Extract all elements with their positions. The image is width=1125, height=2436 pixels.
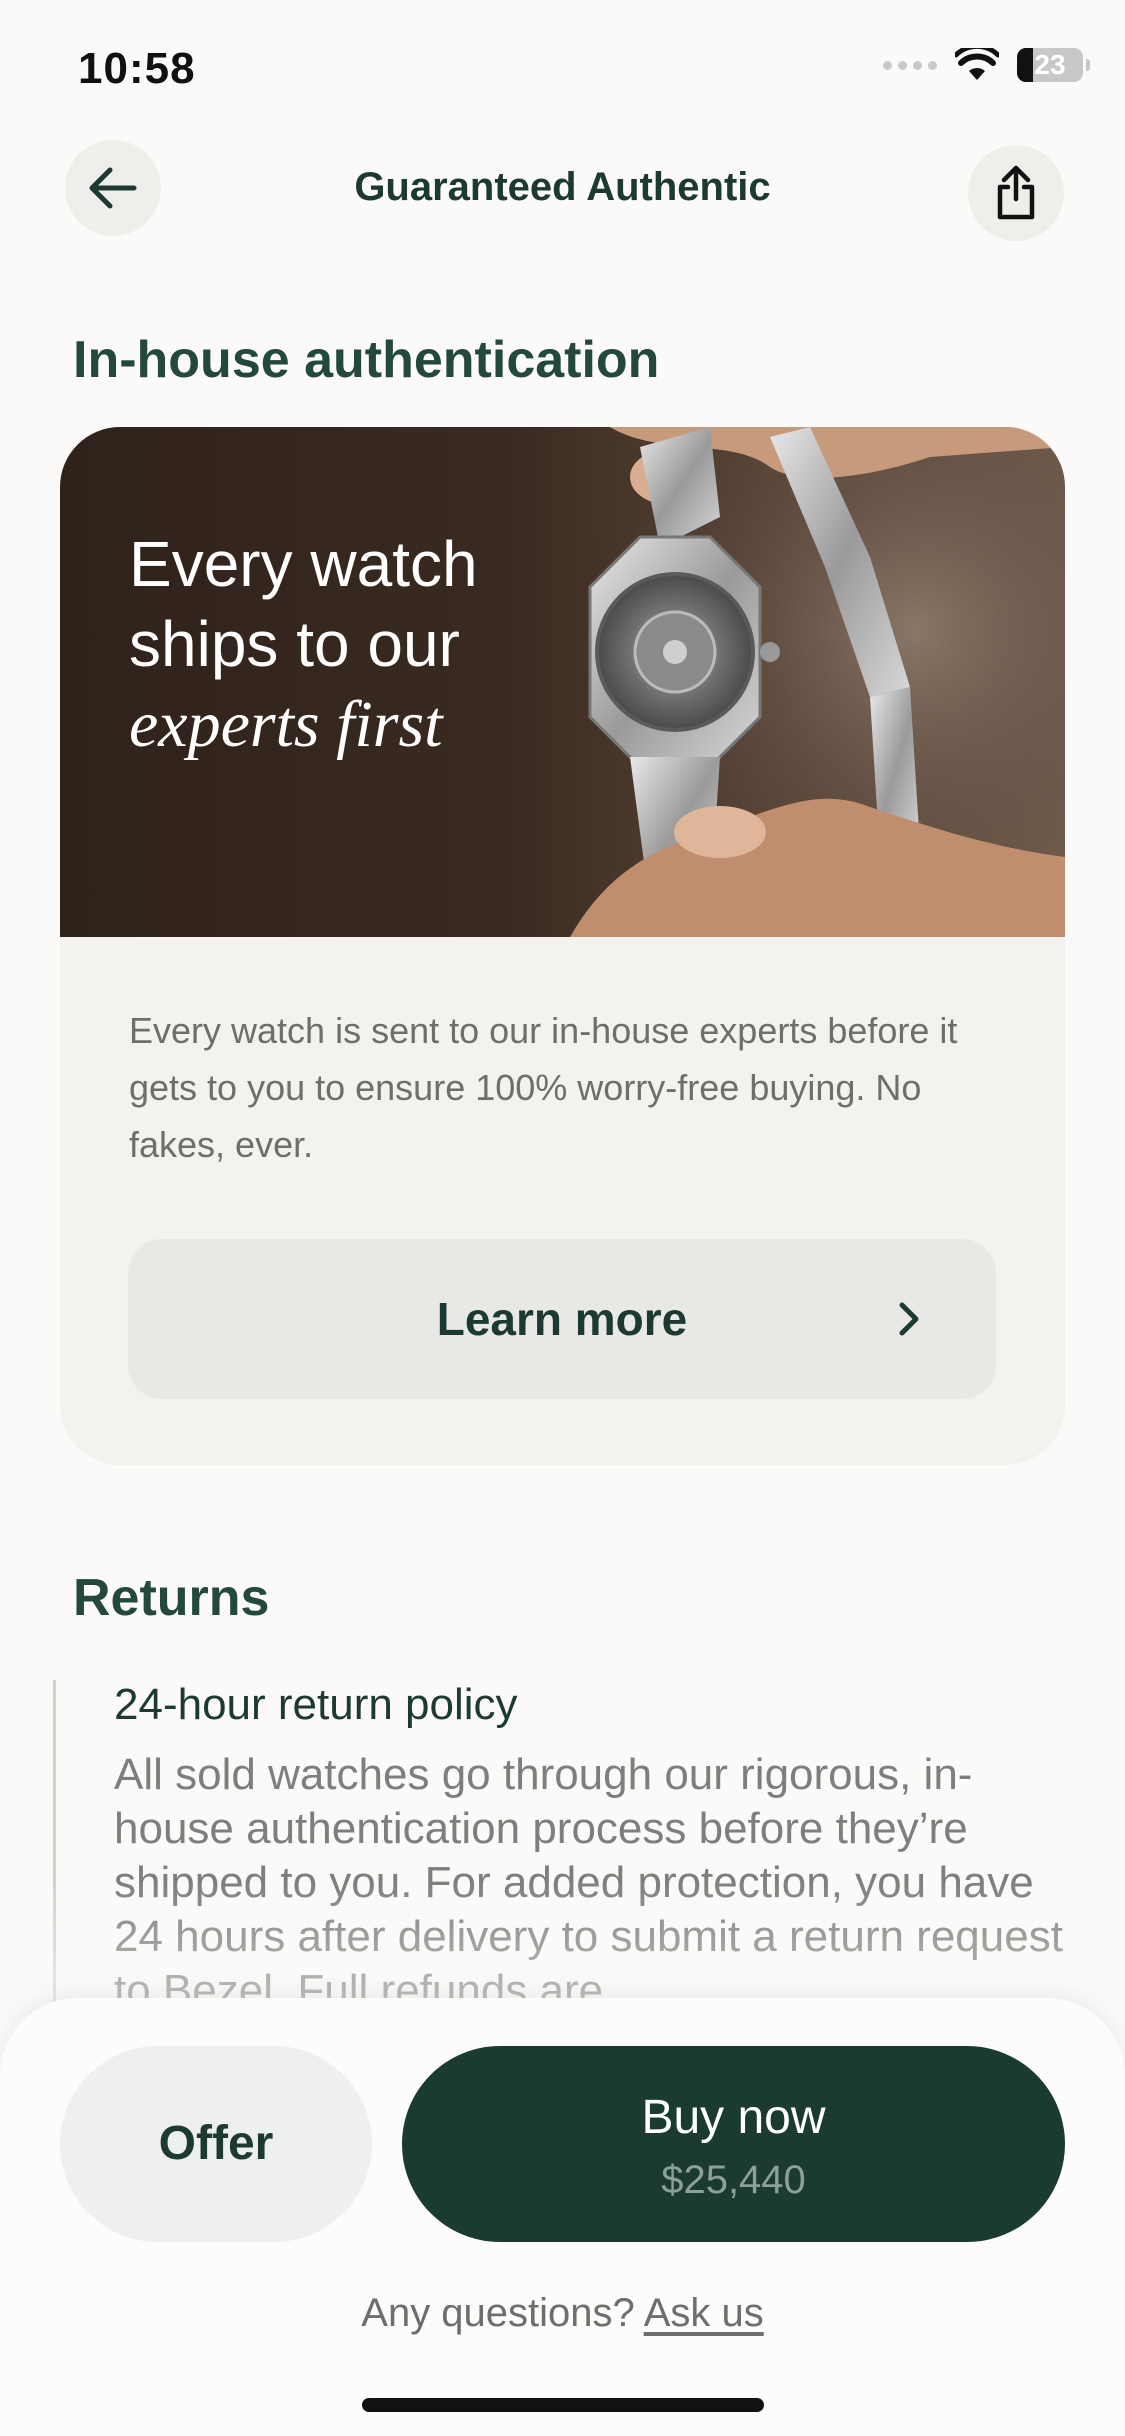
buy-now-button[interactable]: Buy now $25,440 <box>402 2046 1065 2242</box>
price: $25,440 <box>661 2158 806 2202</box>
status-bar: 10:58 23 <box>0 0 1125 135</box>
hero-headline-line-2: ships to our <box>129 608 460 680</box>
status-time: 10:58 <box>78 44 196 93</box>
purchase-bar: Offer Buy now $25,440 Any questions? Ask… <box>0 1998 1125 2436</box>
cellular-signal-icon <box>883 60 937 70</box>
home-indicator[interactable] <box>362 2398 764 2412</box>
status-icons: 23 <box>883 48 1090 82</box>
hero-headline-line-3: experts first <box>129 688 443 761</box>
offer-label: Offer <box>158 2117 274 2170</box>
wifi-icon <box>955 48 999 80</box>
authentication-description: Every watch is sent to our in-house expe… <box>129 1010 958 1165</box>
ask-us-link[interactable]: Ask us <box>644 2291 764 2335</box>
hero-headline-line-1: Every watch <box>129 528 478 600</box>
questions-line: Any questions? Ask us <box>0 2291 1125 2336</box>
section-title-returns: Returns <box>73 1569 270 1627</box>
watch-in-hands-image <box>570 427 1065 937</box>
battery-icon: 23 <box>1017 48 1090 82</box>
share-button[interactable] <box>968 145 1064 241</box>
offer-button[interactable]: Offer <box>60 2046 372 2242</box>
authentication-card: Every watch ships to our experts first E… <box>60 427 1065 1465</box>
section-title-authentication: In-house authentication <box>73 331 660 389</box>
questions-text: Any questions? <box>361 2291 635 2335</box>
screen: 10:58 23 Guaranteed Authentic In-house a… <box>0 0 1125 2436</box>
return-policy-title: 24-hour return policy <box>114 1680 518 1729</box>
nav-header: Guaranteed Authentic <box>0 135 1125 265</box>
buy-now-label: Buy now <box>641 2091 826 2144</box>
hero-banner: Every watch ships to our experts first <box>60 427 1065 937</box>
chevron-right-icon <box>899 1302 919 1336</box>
learn-more-label: Learn more <box>436 1293 688 1345</box>
page-title: Guaranteed Authentic <box>354 165 771 209</box>
share-icon <box>997 165 1035 220</box>
battery-level: 23 <box>1034 49 1066 80</box>
learn-more-button[interactable]: Learn more <box>128 1239 996 1399</box>
